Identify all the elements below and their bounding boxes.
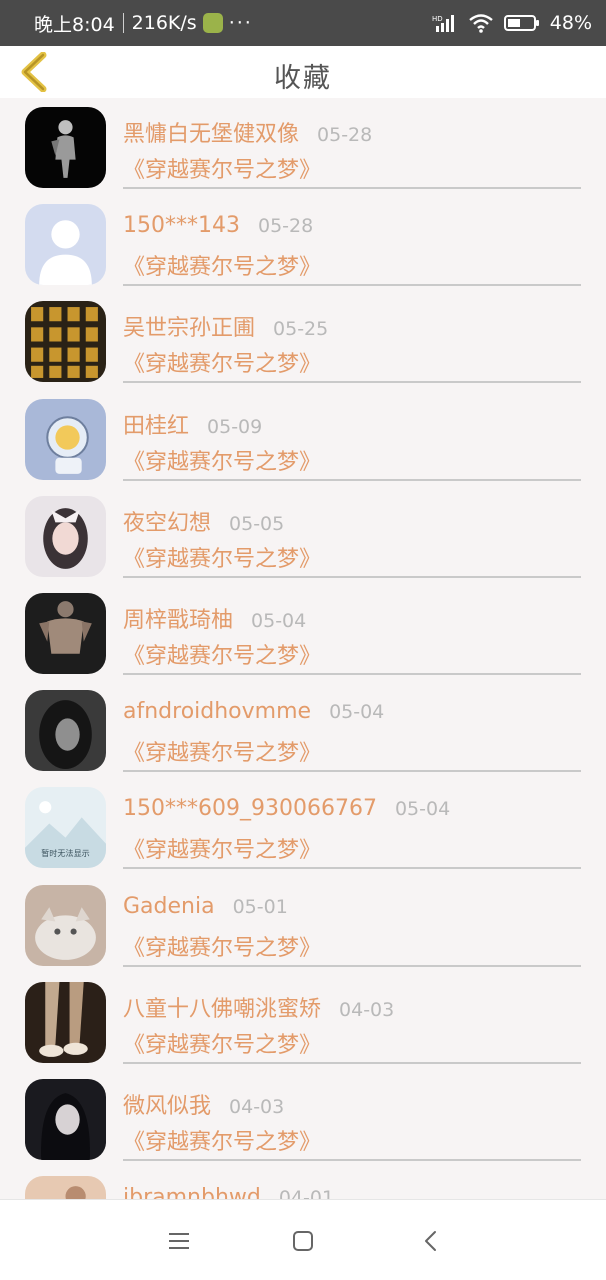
avatar[interactable] <box>25 1078 106 1160</box>
list-item[interactable]: 微风似我 04-03 《穿越赛尔号之梦》 <box>0 1070 606 1167</box>
system-back-button[interactable] <box>414 1224 448 1258</box>
item-date: 05-09 <box>207 415 263 438</box>
list-item[interactable]: 八童十八佛嘲洮蜜矫 04-03 《穿越赛尔号之梦》 <box>0 973 606 1070</box>
divider <box>123 381 581 384</box>
no-image-label: 暂时无法显示 <box>41 848 90 858</box>
list-item[interactable]: 夜空幻想 05-05 《穿越赛尔号之梦》 <box>0 487 606 584</box>
work-title[interactable]: 《穿越赛尔号之梦》 <box>123 930 321 962</box>
item-date: 05-04 <box>329 701 385 724</box>
list-item[interactable]: 150***143 05-28 《穿越赛尔号之梦》 <box>0 195 606 292</box>
avatar[interactable] <box>25 1176 106 1199</box>
work-title[interactable]: 《穿越赛尔号之梦》 <box>123 152 321 184</box>
app-header: 收藏 <box>0 46 606 98</box>
battery-icon <box>503 13 540 33</box>
avatar[interactable]: 暂时无法显示 <box>25 787 106 869</box>
list-item[interactable]: 暂时无法显示 150***609_930066767 05-04 《穿越赛尔号之… <box>0 778 606 875</box>
avatar[interactable] <box>25 495 106 577</box>
avatar[interactable] <box>25 398 106 480</box>
status-bar: 晚上8:04 216K/s ··· HD 48% <box>0 0 606 46</box>
list-item[interactable]: 吴世宗孙正圃 05-25 《穿越赛尔号之梦》 <box>0 292 606 389</box>
battery-percent: 48% <box>549 12 592 34</box>
avatar[interactable] <box>25 981 106 1063</box>
app-notification-icon <box>202 13 223 33</box>
user-name: afndroidhovmme <box>123 699 312 725</box>
user-name: 150***609_930066767 <box>123 796 377 822</box>
user-name: 夜空幻想 <box>123 510 212 536</box>
status-separator <box>122 13 124 33</box>
user-name: Gadenia <box>123 893 215 919</box>
divider <box>123 964 581 967</box>
divider <box>123 867 581 870</box>
divider <box>123 672 581 675</box>
user-name: 八童十八佛嘲洮蜜矫 <box>123 996 322 1022</box>
item-date: 05-04 <box>394 798 451 821</box>
work-title[interactable]: 《穿越赛尔号之梦》 <box>123 444 321 476</box>
item-date: 04-03 <box>339 998 395 1021</box>
divider <box>123 187 581 189</box>
user-name: 周梓戬琦柚 <box>123 607 234 633</box>
list-item[interactable]: afndroidhovmme 05-04 《穿越赛尔号之梦》 <box>0 681 606 778</box>
divider <box>123 575 581 578</box>
work-title[interactable]: 《穿越赛尔号之梦》 <box>123 1027 321 1059</box>
avatar[interactable] <box>25 301 106 383</box>
user-name: 微风似我 <box>123 1093 212 1119</box>
divider <box>123 478 581 481</box>
list-item[interactable]: Gadenia 05-01 《穿越赛尔号之梦》 <box>0 876 606 973</box>
avatar[interactable] <box>25 592 106 674</box>
work-title[interactable]: 《穿越赛尔号之梦》 <box>123 735 321 767</box>
avatar[interactable] <box>25 884 106 966</box>
item-date: 05-05 <box>229 512 285 535</box>
avatar[interactable] <box>25 107 106 188</box>
user-name: ibramnbhwd <box>123 1185 261 1199</box>
square-icon <box>293 1231 313 1251</box>
user-name: 150***143 <box>123 213 240 239</box>
item-date: 05-25 <box>273 318 329 341</box>
work-title[interactable]: 《穿越赛尔号之梦》 <box>123 832 321 864</box>
item-date: 05-01 <box>232 895 288 918</box>
divider <box>123 1061 581 1064</box>
more-notifications: ··· <box>228 12 253 34</box>
menu-button[interactable] <box>162 1224 196 1258</box>
system-nav-bar <box>0 1199 606 1280</box>
home-button[interactable] <box>286 1224 320 1258</box>
item-date: 05-04 <box>251 609 307 632</box>
divider <box>123 1158 581 1161</box>
divider <box>123 284 581 287</box>
user-name: 黑慵白无堡健双像 <box>123 122 300 147</box>
status-time: 晚上8:04 <box>34 13 115 36</box>
menu-icon <box>169 1233 189 1249</box>
list-item[interactable]: 周梓戬琦柚 05-04 《穿越赛尔号之梦》 <box>0 584 606 681</box>
item-date: 05-28 <box>257 215 314 238</box>
item-date: 05-28 <box>317 124 373 146</box>
network-speed: 216K/s <box>131 12 197 34</box>
work-title[interactable]: 《穿越赛尔号之梦》 <box>123 638 321 670</box>
avatar[interactable] <box>25 204 106 286</box>
item-date: 04-03 <box>229 1095 285 1118</box>
list-item[interactable]: 田桂红 05-09 《穿越赛尔号之梦》 <box>0 390 606 487</box>
list-item[interactable]: ibramnbhwd 04-01 <box>0 1167 606 1199</box>
user-name: 田桂红 <box>123 413 190 439</box>
work-title[interactable]: 《穿越赛尔号之梦》 <box>123 541 321 573</box>
avatar[interactable] <box>25 690 106 772</box>
page-title: 收藏 <box>274 63 332 94</box>
triangle-back-icon <box>425 1231 436 1251</box>
favorites-list: 黑慵白无堡健双像 05-28 《穿越赛尔号之梦》 150***143 05-28… <box>0 98 606 1199</box>
wifi-icon <box>468 13 494 33</box>
svg-text:HD: HD <box>432 15 443 23</box>
work-title[interactable]: 《穿越赛尔号之梦》 <box>123 346 321 378</box>
divider <box>123 770 581 773</box>
work-title[interactable]: 《穿越赛尔号之梦》 <box>123 249 321 281</box>
item-date: 04-01 <box>278 1187 335 1199</box>
work-title[interactable]: 《穿越赛尔号之梦》 <box>123 1124 321 1156</box>
user-name: 吴世宗孙正圃 <box>123 316 256 342</box>
list-item[interactable]: 黑慵白无堡健双像 05-28 《穿越赛尔号之梦》 <box>0 98 606 195</box>
signal-icon: HD <box>432 13 458 33</box>
